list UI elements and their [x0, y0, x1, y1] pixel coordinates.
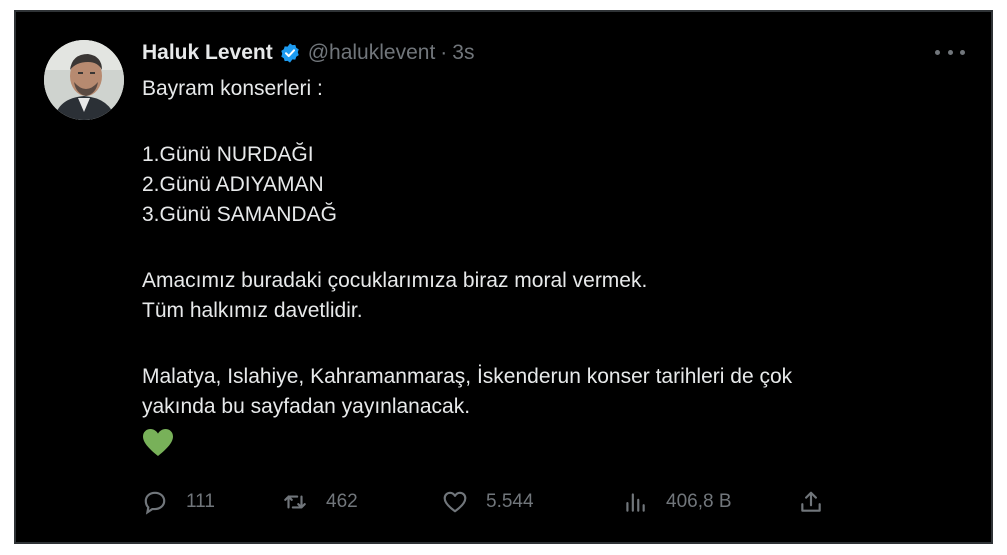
tweet-line: yakında bu sayfadan yayınlanacak.: [142, 395, 471, 418]
views-button[interactable]: 406,8 B: [622, 484, 732, 520]
like-count: 5.544: [486, 491, 534, 512]
tweet-timestamp[interactable]: 3s: [452, 41, 474, 65]
tweet-line: 3.Günü SAMANDAĞ: [142, 203, 337, 226]
green-heart-icon: [143, 429, 173, 456]
retweet-button[interactable]: 462: [282, 484, 358, 520]
tweet-line: Malatya, Islahiye, Kahramanmaraş, İskend…: [142, 365, 793, 388]
reply-icon: [144, 491, 166, 515]
share-button[interactable]: [798, 484, 824, 520]
tweet-line: Tüm halkımız davetlidir.: [142, 299, 363, 322]
avatar[interactable]: [44, 40, 124, 120]
tweet-line: 2.Günü ADIYAMAN: [142, 173, 324, 196]
tweet-line: Bayram konserleri :: [142, 77, 323, 100]
views-icon: [626, 493, 645, 512]
author-name[interactable]: Haluk Levent: [142, 41, 273, 65]
retweet-count: 462: [326, 491, 358, 512]
views-count: 406,8 B: [666, 491, 732, 512]
like-button[interactable]: 5.544: [442, 484, 534, 520]
verified-badge-icon: [281, 43, 299, 63]
heart-icon: [443, 491, 467, 513]
reply-count: 111: [186, 491, 215, 512]
tweet-line: Amacımız buradaki çocuklarımıza biraz mo…: [142, 269, 648, 292]
reply-button[interactable]: 111: [142, 484, 215, 520]
tweet-actions: 111 462 5.544 406,8 B: [142, 484, 842, 520]
share-icon: [801, 491, 821, 512]
retweet-icon: [284, 495, 306, 509]
tweet-text: Bayram konserleri : 1.Günü NURDAĞI 2.Gün…: [142, 74, 962, 467]
header-separator: ·: [440, 41, 448, 64]
more-options-icon[interactable]: [935, 40, 965, 64]
author-handle[interactable]: @haluklevent: [308, 41, 436, 65]
tweet-line: 1.Günü NURDAĞI: [142, 143, 314, 166]
tweet-card: Haluk Levent @haluklevent · 3s Bayram ko…: [14, 10, 993, 544]
tweet-header: Haluk Levent @haluklevent · 3s: [142, 38, 474, 68]
